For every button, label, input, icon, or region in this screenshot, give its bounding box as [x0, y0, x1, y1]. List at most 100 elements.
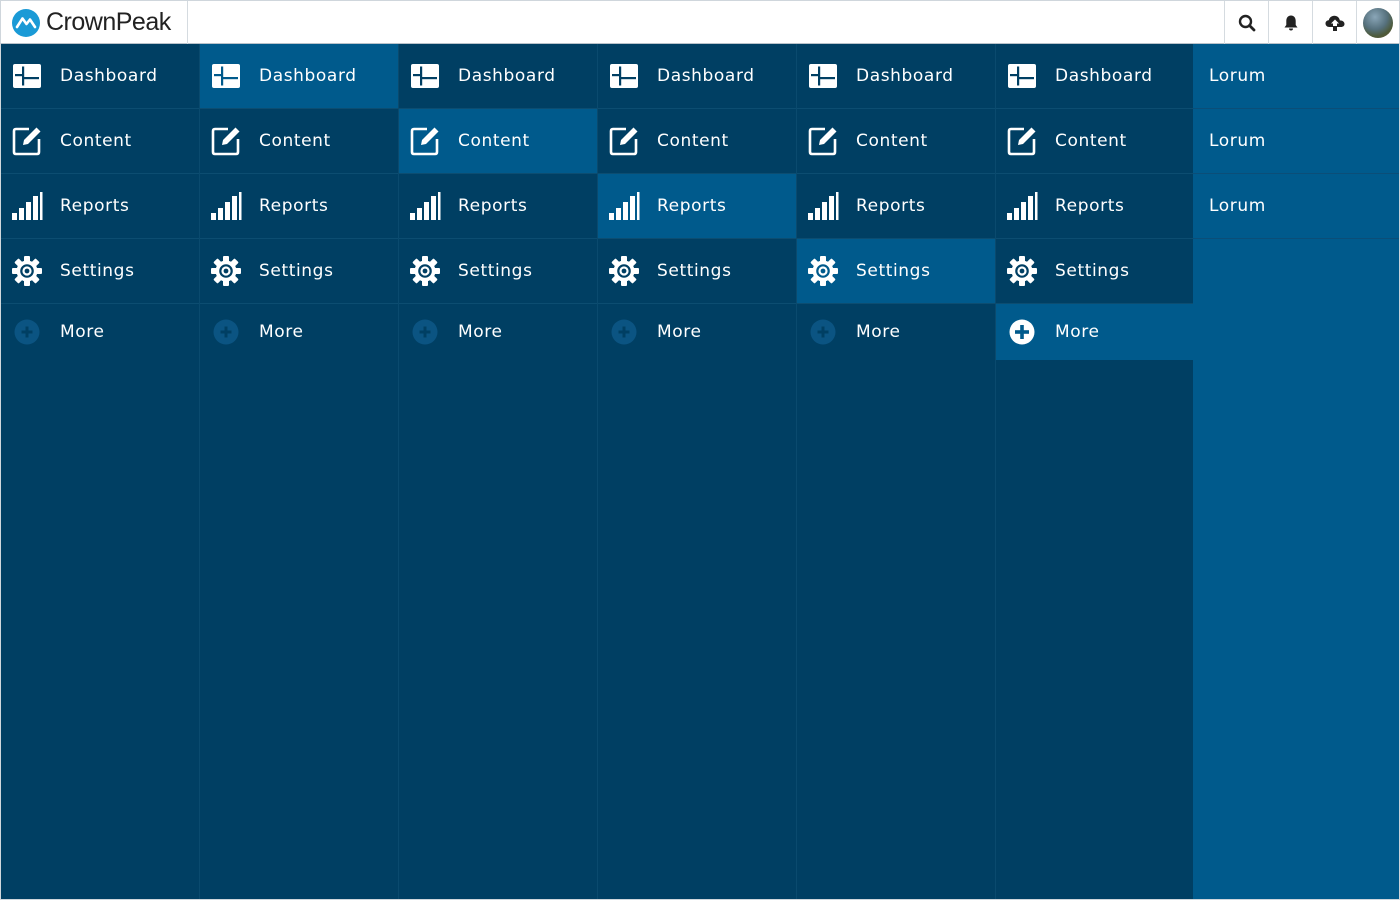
- sub-menu-item[interactable]: Lorum: [1193, 174, 1399, 239]
- upload-button[interactable]: [1312, 1, 1356, 44]
- gear-icon: [608, 255, 640, 287]
- nav-item-label: More: [657, 322, 702, 342]
- top-bar: CrownPeak: [0, 0, 1400, 44]
- sub-menu-item[interactable]: Lorum: [1193, 109, 1399, 174]
- nav-item-settings[interactable]: Settings: [996, 239, 1194, 304]
- nav-item-label: Content: [458, 131, 530, 151]
- sub-menu-item-label: Lorum: [1209, 66, 1266, 86]
- nav-item-label: Settings: [657, 261, 732, 281]
- nav-item-more[interactable]: More: [598, 304, 796, 360]
- user-avatar-button[interactable]: [1356, 1, 1399, 44]
- nav-item-label: Settings: [1055, 261, 1130, 281]
- gear-icon: [11, 255, 43, 287]
- nav-item-content[interactable]: Content: [996, 109, 1194, 174]
- gear-icon: [807, 255, 839, 287]
- nav-item-label: More: [259, 322, 304, 342]
- nav-item-label: Dashboard: [856, 66, 954, 86]
- nav-item-content[interactable]: Content: [1, 109, 199, 174]
- nav-item-reports[interactable]: Reports: [200, 174, 398, 239]
- nav-item-label: More: [1055, 322, 1100, 342]
- nav-item-more[interactable]: More: [200, 304, 398, 360]
- plus-circle-icon: [11, 316, 43, 348]
- nav-item-reports[interactable]: Reports: [797, 174, 995, 239]
- sub-menu-panel: Lorum Lorum Lorum: [1193, 44, 1400, 900]
- nav-item-reports[interactable]: Reports: [1, 174, 199, 239]
- nav-item-dashboard[interactable]: Dashboard: [797, 44, 995, 109]
- bar-chart-icon: [608, 190, 640, 222]
- edit-icon: [807, 125, 839, 157]
- bar-chart-icon: [807, 190, 839, 222]
- plus-circle-icon: [409, 316, 441, 348]
- cloud-upload-icon: [1325, 15, 1344, 31]
- nav-item-label: Dashboard: [60, 66, 158, 86]
- nav-item-settings[interactable]: Settings: [200, 239, 398, 304]
- notifications-button[interactable]: [1268, 1, 1312, 44]
- nav-item-label: More: [60, 322, 105, 342]
- nav-item-label: Reports: [856, 196, 926, 216]
- navigation-area: Dashboard Content Reports Settings More Dashb…: [0, 44, 1400, 900]
- nav-item-settings[interactable]: Settings: [797, 239, 995, 304]
- nav-item-dashboard[interactable]: Dashboard: [598, 44, 796, 109]
- nav-item-dashboard[interactable]: Dashboard: [1, 44, 199, 109]
- nav-item-label: Reports: [657, 196, 727, 216]
- nav-item-dashboard[interactable]: Dashboard: [399, 44, 597, 109]
- nav-column-2: Dashboard Content Reports Settings More: [199, 44, 398, 900]
- bar-chart-icon: [1006, 190, 1038, 222]
- nav-item-content[interactable]: Content: [797, 109, 995, 174]
- plus-circle-icon: [1006, 316, 1038, 348]
- nav-column-1: Dashboard Content Reports Settings More: [0, 44, 199, 900]
- plus-circle-icon: [807, 316, 839, 348]
- search-icon: [1238, 14, 1255, 31]
- nav-item-label: Dashboard: [657, 66, 755, 86]
- nav-column-3: Dashboard Content Reports Settings More: [398, 44, 597, 900]
- dashboard-icon: [210, 60, 242, 92]
- nav-item-label: Content: [259, 131, 331, 151]
- nav-item-settings[interactable]: Settings: [1, 239, 199, 304]
- nav-item-label: Content: [657, 131, 729, 151]
- nav-item-settings[interactable]: Settings: [399, 239, 597, 304]
- nav-item-more[interactable]: More: [996, 304, 1194, 360]
- nav-item-label: More: [458, 322, 503, 342]
- search-button[interactable]: [1224, 1, 1268, 44]
- bar-chart-icon: [409, 190, 441, 222]
- dashboard-icon: [409, 60, 441, 92]
- dashboard-icon: [807, 60, 839, 92]
- brand[interactable]: CrownPeak: [1, 1, 188, 44]
- gear-icon: [1006, 255, 1038, 287]
- nav-column-6: Dashboard Content Reports Settings More: [995, 44, 1194, 900]
- nav-item-content[interactable]: Content: [399, 109, 597, 174]
- nav-item-label: Reports: [1055, 196, 1125, 216]
- nav-item-label: More: [856, 322, 901, 342]
- nav-item-more[interactable]: More: [797, 304, 995, 360]
- plus-circle-icon: [608, 316, 640, 348]
- top-actions: [1224, 1, 1399, 44]
- gear-icon: [210, 255, 242, 287]
- bar-chart-icon: [11, 190, 43, 222]
- nav-item-label: Content: [856, 131, 928, 151]
- dashboard-icon: [1006, 60, 1038, 92]
- sub-menu-item-label: Lorum: [1209, 131, 1266, 151]
- nav-item-reports[interactable]: Reports: [598, 174, 796, 239]
- nav-item-label: Dashboard: [458, 66, 556, 86]
- nav-item-more[interactable]: More: [399, 304, 597, 360]
- nav-item-dashboard[interactable]: Dashboard: [996, 44, 1194, 109]
- nav-item-reports[interactable]: Reports: [399, 174, 597, 239]
- sub-menu-item[interactable]: Lorum: [1193, 44, 1399, 109]
- nav-item-reports[interactable]: Reports: [996, 174, 1194, 239]
- edit-icon: [11, 125, 43, 157]
- crownpeak-logo-icon: [12, 8, 40, 37]
- sub-menu-item-label: Lorum: [1209, 196, 1266, 216]
- edit-icon: [608, 125, 640, 157]
- dashboard-icon: [11, 60, 43, 92]
- nav-item-label: Settings: [458, 261, 533, 281]
- edit-icon: [1006, 125, 1038, 157]
- nav-item-dashboard[interactable]: Dashboard: [200, 44, 398, 109]
- nav-item-more[interactable]: More: [1, 304, 199, 360]
- nav-column-5: Dashboard Content Reports Settings More: [796, 44, 995, 900]
- nav-item-content[interactable]: Content: [598, 109, 796, 174]
- bar-chart-icon: [210, 190, 242, 222]
- nav-item-settings[interactable]: Settings: [598, 239, 796, 304]
- nav-item-label: Settings: [259, 261, 334, 281]
- edit-icon: [210, 125, 242, 157]
- nav-item-content[interactable]: Content: [200, 109, 398, 174]
